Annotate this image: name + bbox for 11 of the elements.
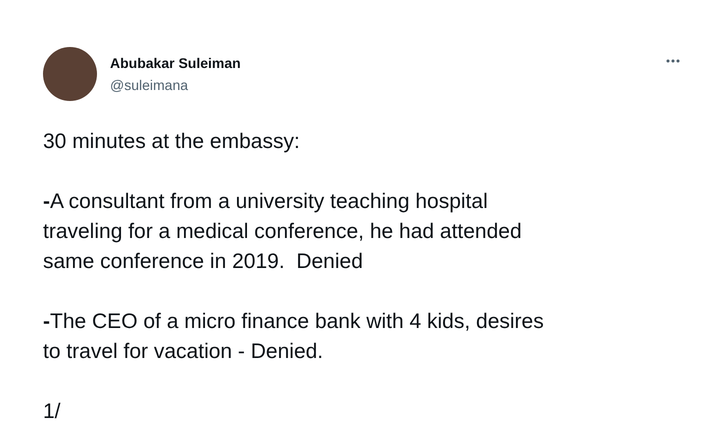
tweet-text: 30 minutes at the embassy: <box>43 129 300 155</box>
tweet-text: same conference in 2019. Denied <box>43 249 363 275</box>
author-name[interactable]: Abubakar Suleiman <box>110 55 666 71</box>
tweet-text: traveling for a medical conference, he had attended <box>43 219 522 245</box>
avatar[interactable] <box>43 47 97 101</box>
tweet-text: -A consultant from a university teaching hospital <box>43 189 488 215</box>
tweet-text: -The CEO of a micro finance bank with 4 kids, desires <box>43 309 544 335</box>
tweet-text: 1/ <box>43 399 61 425</box>
tweet-text: to travel for vacation - Denied. <box>43 339 324 365</box>
author-handle[interactable]: @suleimana <box>110 77 666 93</box>
more-options-icon[interactable] <box>666 59 680 63</box>
